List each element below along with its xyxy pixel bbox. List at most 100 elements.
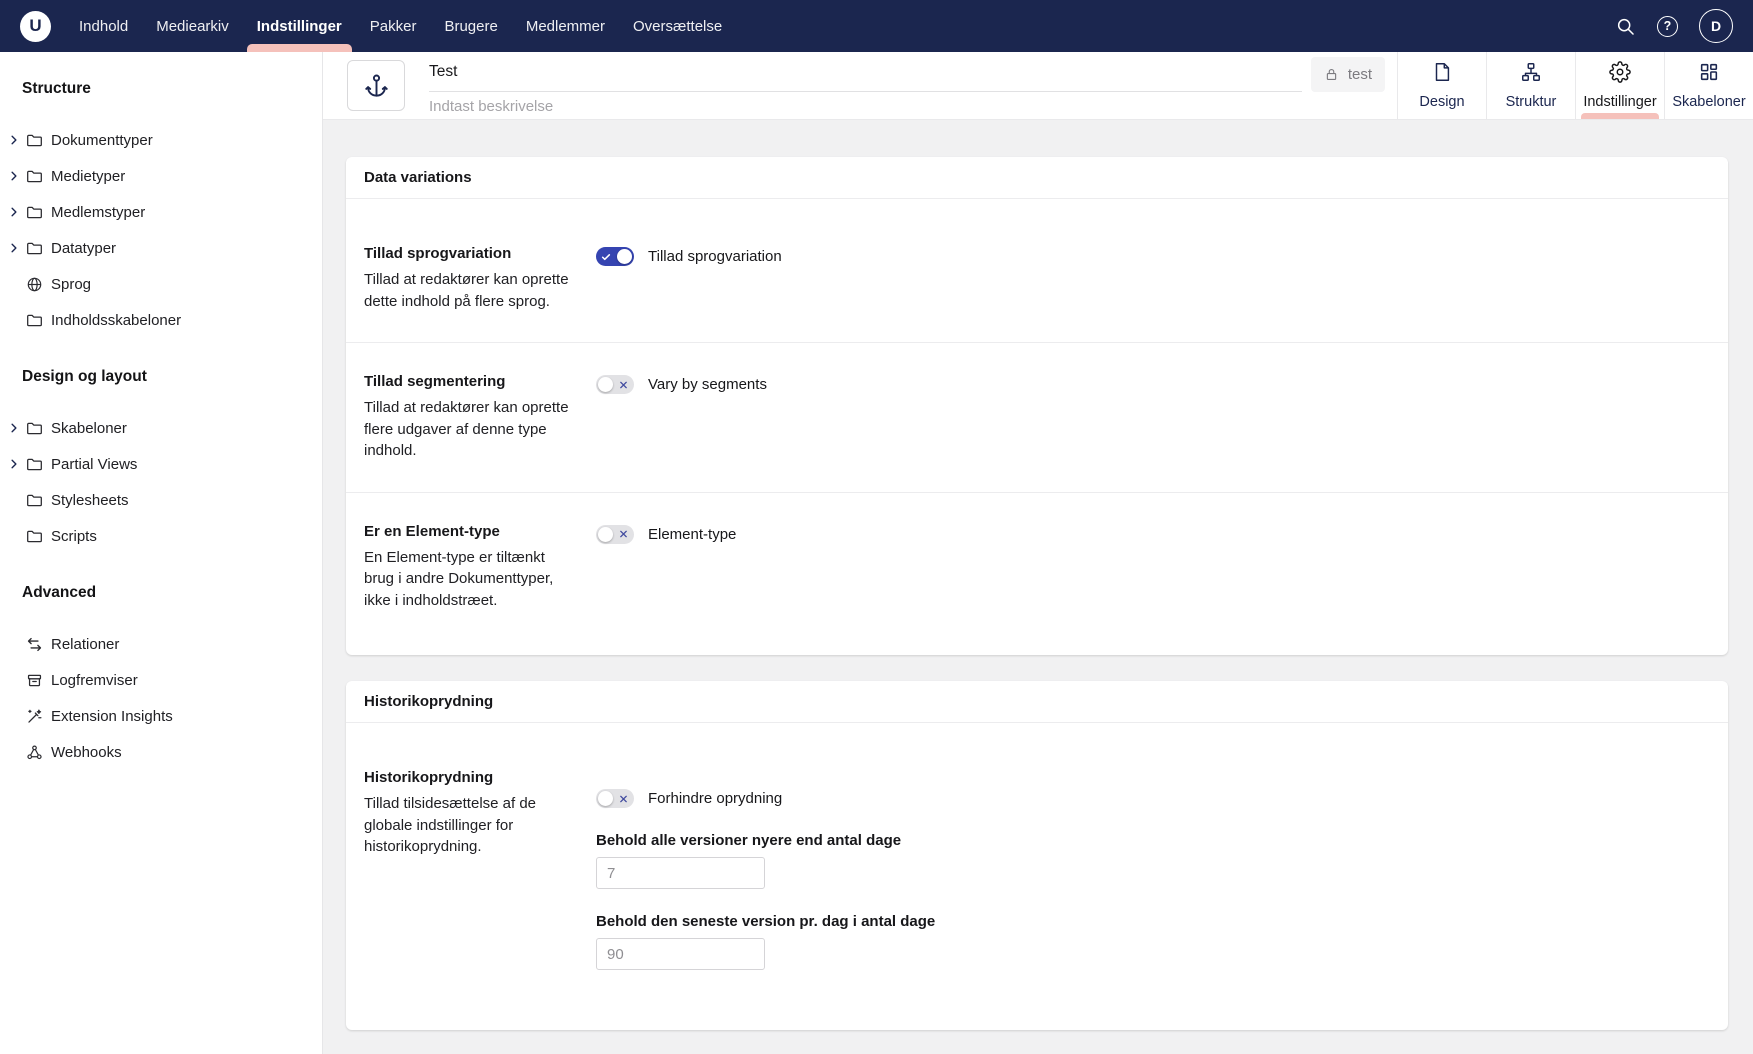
sitemap-icon [1520, 61, 1542, 88]
sidebar-item-webhooks[interactable]: Webhooks [8, 734, 312, 770]
folder-icon [25, 204, 43, 221]
sidebar-item-label: Skabeloner [51, 420, 127, 437]
sidebar-item-dokumenttyper[interactable]: Dokumenttyper [8, 122, 312, 158]
cross-icon [619, 794, 628, 803]
sidebar-item-logfremviser[interactable]: Logfremviser [8, 662, 312, 698]
cross-icon [619, 380, 628, 389]
help-icon[interactable]: ? [1657, 16, 1678, 37]
sidebar-item-sprog[interactable]: Sprog [8, 266, 312, 302]
property-row-tillad-sprogvariation: Tillad sprogvariation Tillad at redaktør… [346, 215, 1728, 342]
name-input[interactable] [429, 54, 1302, 92]
sidebar-item-label: Logfremviser [51, 672, 138, 689]
property-description: En Element-type er tiltænkt brug i andre… [364, 547, 578, 612]
sidebar-item-medlemstyper[interactable]: Medlemstyper [8, 194, 312, 230]
tab-indstillinger[interactable]: Indstillinger [1575, 52, 1664, 119]
settings-tree-sidebar: Structure Dokumenttyper Medietyper Medle… [0, 52, 323, 1054]
check-icon [601, 252, 611, 262]
top-nav-actions: ? D [1615, 9, 1733, 43]
property-description: Tillad at redaktører kan oprette dette i… [364, 269, 578, 312]
toggle-knob [598, 791, 613, 806]
sidebar-item-scripts[interactable]: Scripts [8, 518, 312, 554]
user-avatar[interactable]: D [1699, 9, 1733, 43]
wand-icon [25, 708, 43, 725]
chevron-right-icon[interactable] [8, 243, 20, 253]
sidebar-item-label: Medietyper [51, 168, 125, 185]
document-type-workspace: test Design Struktur [323, 52, 1753, 1054]
property-row-historikoprydning: Historikoprydning Tillad tilsidesættelse… [346, 739, 1728, 1030]
anchor-icon [363, 72, 390, 99]
toggle-label: Vary by segments [648, 376, 767, 393]
keep-latest-version-days-input[interactable] [596, 938, 765, 970]
folder-icon [25, 240, 43, 257]
tab-struktur[interactable]: Struktur [1486, 52, 1575, 119]
folder-icon [25, 492, 43, 509]
anchor-icon-button[interactable] [347, 60, 405, 111]
sidebar-section-title: Design og layout [22, 368, 312, 386]
chevron-right-icon[interactable] [8, 459, 20, 469]
chevron-right-icon[interactable] [8, 207, 20, 217]
toggle-element-type[interactable] [596, 525, 634, 544]
chevron-right-icon[interactable] [8, 135, 20, 145]
webhook-icon [25, 744, 43, 761]
name-and-description: test [429, 52, 1397, 119]
sidebar-item-skabeloner[interactable]: Skabeloner [8, 410, 312, 446]
card-title: Historikoprydning [346, 681, 1728, 723]
nav-item-medlemmer[interactable]: Medlemmer [526, 0, 605, 52]
nav-item-indhold[interactable]: Indhold [79, 0, 128, 52]
nav-item-indstillinger[interactable]: Indstillinger [257, 0, 342, 52]
sidebar-item-label: Indholdsskabeloner [51, 312, 181, 329]
document-icon [1431, 61, 1453, 88]
cross-icon [619, 530, 628, 539]
toggle-tillad-sprogvariation[interactable] [596, 247, 634, 266]
nav-item-mediearkiv[interactable]: Mediearkiv [156, 0, 229, 52]
sidebar-item-relationer[interactable]: Relationer [8, 626, 312, 662]
sidebar-item-label: Webhooks [51, 744, 122, 761]
top-nav-sections: Indhold Mediearkiv Indstillinger Pakker … [79, 0, 722, 52]
property-label: Er en Element-type [364, 523, 578, 540]
sidebar-item-medietyper[interactable]: Medietyper [8, 158, 312, 194]
nav-item-oversaettelse[interactable]: Oversættelse [633, 0, 722, 52]
tab-skabeloner[interactable]: Skabeloner [1664, 52, 1753, 119]
sidebar-item-label: Stylesheets [51, 492, 129, 509]
property-label: Tillad segmentering [364, 373, 578, 390]
keep-all-versions-days-input[interactable] [596, 857, 765, 889]
card-title: Data variations [346, 157, 1728, 199]
sidebar-item-stylesheets[interactable]: Stylesheets [8, 482, 312, 518]
field-label: Behold alle versioner nyere end antal da… [596, 832, 1710, 849]
sidebar-item-label: Sprog [51, 276, 91, 293]
sidebar-section-structure: Structure Dokumenttyper Medietyper Medle… [8, 80, 312, 338]
property-label: Historikoprydning [364, 769, 578, 786]
folder-icon [25, 456, 43, 473]
top-navigation: U Indhold Mediearkiv Indstillinger Pakke… [0, 0, 1753, 52]
sidebar-item-indholdsskabeloner[interactable]: Indholdsskabeloner [8, 302, 312, 338]
chevron-right-icon[interactable] [8, 423, 20, 433]
alias-badge[interactable]: test [1311, 57, 1385, 92]
sidebar-item-partial-views[interactable]: Partial Views [8, 446, 312, 482]
sidebar-item-extension-insights[interactable]: Extension Insights [8, 698, 312, 734]
search-icon[interactable] [1615, 16, 1636, 37]
sidebar-section-title: Advanced [22, 584, 312, 602]
globe-icon [25, 276, 43, 293]
settings-content: Data variations Tillad sprogvariation Ti… [323, 120, 1753, 1054]
toggle-label: Forhindre oprydning [648, 790, 782, 807]
sidebar-item-label: Extension Insights [51, 708, 173, 725]
description-input[interactable] [429, 92, 1397, 115]
workspace-tabs: Design Struktur Indstillinger Skabeloner [1397, 52, 1753, 119]
alias-value: test [1348, 66, 1372, 83]
field-keep-latest-version: Behold den seneste version pr. dag i ant… [596, 913, 1710, 970]
log-viewer-icon [25, 672, 43, 689]
toggle-vary-by-segments[interactable] [596, 375, 634, 394]
sidebar-item-label: Scripts [51, 528, 97, 545]
toggle-label: Element-type [648, 526, 736, 543]
umbraco-logo-icon[interactable]: U [20, 11, 51, 42]
property-description: Tillad tilsidesættelse af de globale ind… [364, 793, 578, 858]
chevron-right-icon[interactable] [8, 171, 20, 181]
tab-design[interactable]: Design [1397, 52, 1486, 119]
nav-item-pakker[interactable]: Pakker [370, 0, 417, 52]
nav-item-brugere[interactable]: Brugere [444, 0, 497, 52]
umbraco-backoffice: U Indhold Mediearkiv Indstillinger Pakke… [0, 0, 1753, 1054]
sidebar-item-datatyper[interactable]: Datatyper [8, 230, 312, 266]
toggle-knob [617, 249, 632, 264]
card-data-variations: Data variations Tillad sprogvariation Ti… [346, 157, 1728, 655]
toggle-forhindre-oprydning[interactable] [596, 789, 634, 808]
